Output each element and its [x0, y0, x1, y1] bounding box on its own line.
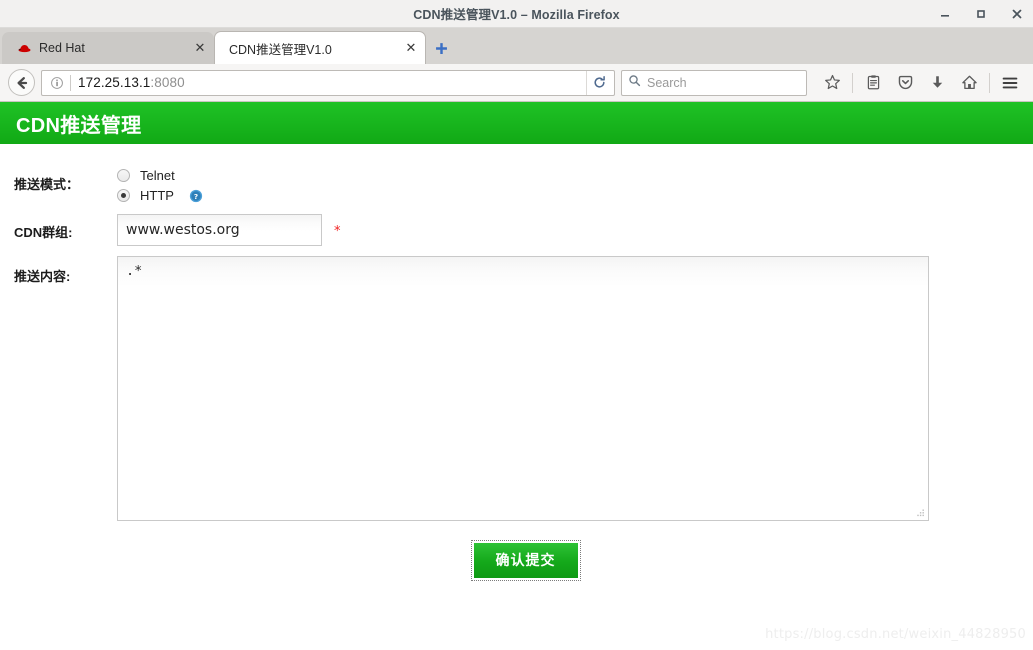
push-mode-radio-group: Telnet HTTP ? — [117, 168, 203, 203]
minimize-button[interactable] — [937, 6, 953, 22]
form-row-group: CDN群组: www.westos.org * — [0, 214, 1033, 246]
url-host: 172.25.13.1 — [78, 75, 151, 90]
question-help-icon[interactable]: ? — [189, 189, 203, 203]
toolbar-icon-group — [817, 69, 1025, 97]
search-icon — [628, 74, 641, 92]
reload-icon[interactable] — [586, 70, 612, 95]
label-push-content: 推送内容: — [14, 269, 71, 284]
watermark-text: https://blog.csdn.net/weixin_44828950 — [765, 627, 1026, 642]
window-title: CDN推送管理V1.0 – Mozilla Firefox — [413, 8, 620, 22]
label-cdn-group: CDN群组: — [14, 225, 73, 240]
page-title: CDN推送管理 — [16, 114, 142, 137]
page-content: CDN推送管理 推送模式： Telnet HTTP ? CDN群组: www.w… — [0, 102, 1033, 650]
tab-close-icon[interactable]: ✕ — [192, 40, 208, 56]
tab-cdn-management[interactable]: CDN推送管理V1.0 ✕ — [214, 31, 426, 64]
library-icon[interactable] — [858, 69, 888, 97]
close-button[interactable] — [1009, 6, 1025, 22]
downloads-icon[interactable] — [922, 69, 952, 97]
svg-text:?: ? — [194, 191, 198, 200]
info-icon[interactable] — [48, 74, 66, 92]
toolbar-divider — [852, 72, 853, 93]
required-marker: * — [334, 224, 341, 239]
redhat-logo-icon — [16, 40, 32, 56]
tab-strip: Red Hat ✕ CDN推送管理V1.0 ✕ — [0, 28, 1033, 64]
back-arrow-icon[interactable] — [8, 69, 35, 96]
url-port: :8080 — [150, 75, 185, 90]
maximize-button[interactable] — [973, 6, 989, 22]
resize-handle-icon[interactable] — [914, 506, 926, 518]
radio-http[interactable] — [117, 189, 130, 202]
push-content-textarea[interactable]: .* — [117, 256, 929, 521]
radio-label-telnet: Telnet — [140, 168, 175, 183]
home-icon[interactable] — [954, 69, 984, 97]
form-row-content: 推送内容: .* — [0, 256, 1033, 521]
search-placeholder: Search — [647, 75, 687, 90]
toolbar-divider — [989, 72, 990, 93]
pocket-icon[interactable] — [890, 69, 920, 97]
hamburger-menu-icon[interactable] — [995, 69, 1025, 97]
push-form: 推送模式： Telnet HTTP ? CDN群组: www.westos.or… — [0, 144, 1033, 581]
bookmark-star-icon[interactable] — [817, 69, 847, 97]
window-controls — [937, 0, 1025, 28]
app-header: CDN推送管理 — [0, 102, 1033, 144]
radio-option-telnet[interactable]: Telnet — [117, 168, 203, 183]
form-row-mode: 推送模式： Telnet HTTP ? — [0, 168, 1033, 203]
tab-red-hat[interactable]: Red Hat ✕ — [2, 32, 214, 64]
window-titlebar: CDN推送管理V1.0 – Mozilla Firefox — [0, 0, 1033, 28]
submit-row: 确认提交 — [0, 540, 1033, 581]
tab-close-icon[interactable]: ✕ — [403, 40, 419, 56]
tab-label: CDN推送管理V1.0 — [229, 42, 332, 57]
label-push-mode: 推送模式： — [14, 177, 80, 192]
new-tab-button[interactable] — [426, 32, 456, 64]
radio-telnet[interactable] — [117, 169, 130, 182]
search-input[interactable]: Search — [621, 69, 807, 96]
url-text: 172.25.13.1:8080 — [78, 75, 586, 90]
cdn-group-value: www.westos.org — [126, 222, 240, 238]
navigation-toolbar: 172.25.13.1:8080 Search — [0, 64, 1033, 102]
push-content-value: .* — [126, 263, 143, 279]
radio-option-http[interactable]: HTTP ? — [117, 188, 203, 203]
url-bar[interactable]: 172.25.13.1:8080 — [41, 69, 615, 96]
url-divider — [70, 74, 71, 91]
tab-label: Red Hat — [39, 41, 85, 55]
cdn-group-input[interactable]: www.westos.org — [117, 214, 322, 246]
submit-button[interactable]: 确认提交 — [470, 540, 581, 581]
radio-label-http: HTTP — [140, 188, 174, 203]
